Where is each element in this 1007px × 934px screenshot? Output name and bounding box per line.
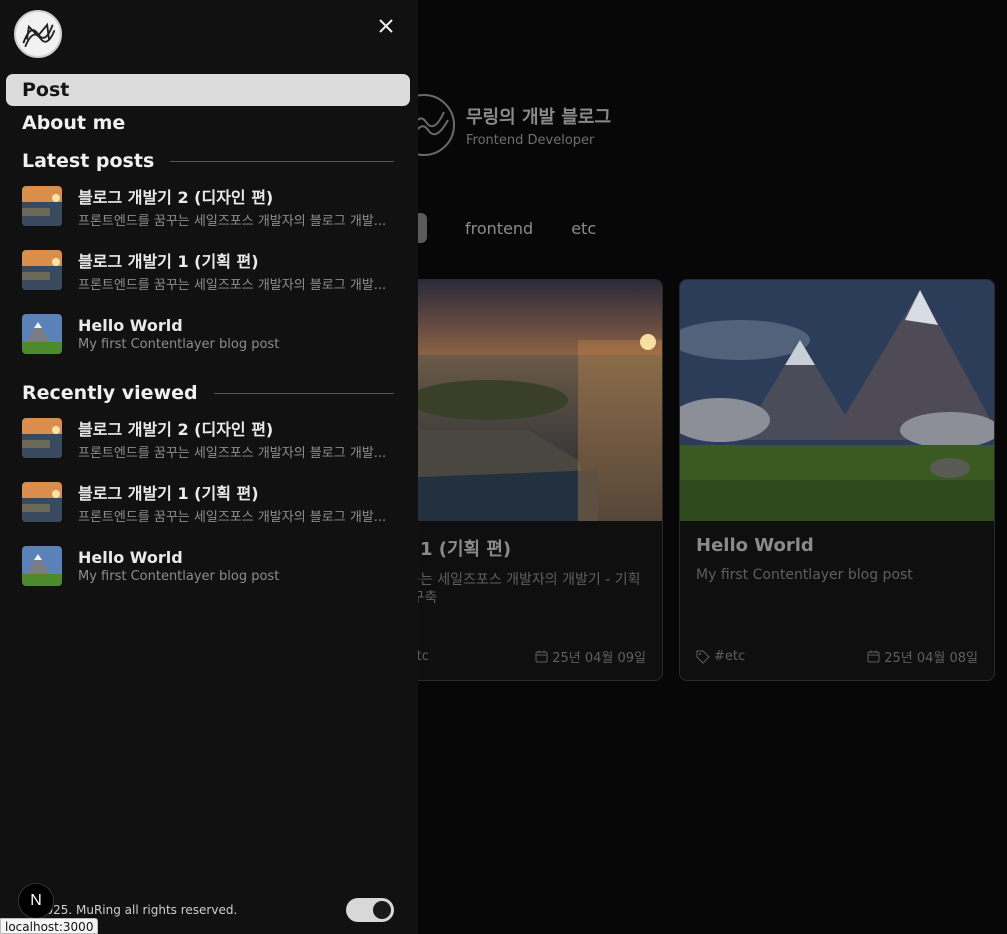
close-icon[interactable] <box>372 12 400 40</box>
blog-title: 무링의 개발 블로그 <box>466 106 612 128</box>
tag-icon <box>696 650 710 664</box>
post-desc: 프론트엔드를 꿈꾸는 세일즈포스 개발자의 블로그 개발... <box>78 445 387 461</box>
blog-subtitle: Frontend Developer <box>466 132 595 148</box>
nav-about-me[interactable]: About me <box>6 107 410 139</box>
card-image <box>680 280 994 521</box>
post-desc: 프론트엔드를 꿈꾸는 세일즈포스 개발자의 블로그 개발... <box>78 509 387 525</box>
toggle-knob <box>373 901 391 919</box>
latest-post-item[interactable]: 블로그 개발기 2 (디자인 편) 프론트엔드를 꿈꾸는 세일즈포스 개발자의 … <box>22 183 394 229</box>
category-tabs: frontend etc <box>380 212 634 244</box>
tab-frontend[interactable]: frontend <box>465 219 533 238</box>
latest-post-item[interactable]: 블로그 개발기 1 (기획 편) 프론트엔드를 꿈꾸는 세일즈포스 개발자의 블… <box>22 247 394 293</box>
post-title: 블로그 개발기 1 (기획 편) <box>78 251 259 271</box>
post-title: Hello World <box>78 548 183 567</box>
post-desc: 프론트엔드를 꿈꾸는 세일즈포스 개발자의 블로그 개발... <box>78 213 387 229</box>
sunset-icon <box>22 418 62 458</box>
dark-mode-toggle[interactable] <box>346 898 394 922</box>
mountain-icon <box>22 546 62 586</box>
post-title: 블로그 개발기 2 (디자인 편) <box>78 187 274 207</box>
post-desc: My first Contentlayer blog post <box>78 337 280 352</box>
post-title: Hello World <box>78 316 183 335</box>
card-desc: My first Contentlayer blog post <box>696 567 913 583</box>
post-title: 블로그 개발기 2 (디자인 편) <box>78 419 274 439</box>
logo-icon[interactable] <box>14 10 62 58</box>
sunset-icon <box>22 250 62 290</box>
nextjs-dev-badge[interactable]: N <box>18 883 54 919</box>
blog-header[interactable]: 무링의 개발 블로그 Frontend Developer <box>400 90 611 160</box>
post-desc: 프론트엔드를 꿈꾸는 세일즈포스 개발자의 블로그 개발... <box>78 277 387 293</box>
sunset-icon <box>22 186 62 226</box>
recently-viewed-title: Recently viewed <box>22 382 198 404</box>
card-title: Hello World <box>696 535 814 556</box>
card-tags: #etc <box>696 647 745 666</box>
nav-post[interactable]: Post <box>6 74 410 106</box>
card-date: 25년 04월 08일 <box>867 647 978 666</box>
calendar-icon <box>535 650 548 663</box>
recent-post-item[interactable]: 블로그 개발기 2 (디자인 편) 프론트엔드를 꿈꾸는 세일즈포스 개발자의 … <box>22 415 394 461</box>
latest-post-item[interactable]: Hello World My first Contentlayer blog p… <box>22 311 394 357</box>
calendar-icon <box>867 650 880 663</box>
divider <box>213 392 394 394</box>
card-date: 25년 04월 09일 <box>535 647 646 666</box>
copyright-text: © 2025. MuRing all rights reserved. <box>22 903 238 917</box>
post-title: 블로그 개발기 1 (기획 편) <box>78 483 259 503</box>
post-desc: My first Contentlayer blog post <box>78 569 280 584</box>
latest-posts-title: Latest posts <box>22 150 155 172</box>
recent-post-item[interactable]: 블로그 개발기 1 (기획 편) 프론트엔드를 꿈꾸는 세일즈포스 개발자의 블… <box>22 479 394 525</box>
divider <box>170 160 394 162</box>
sunset-icon <box>22 482 62 522</box>
mountain-icon <box>22 314 62 354</box>
date-text: 25년 04월 08일 <box>884 651 978 666</box>
status-bar-url: localhost:3000 <box>0 918 99 934</box>
tab-etc[interactable]: etc <box>571 219 596 238</box>
tags-text: #etc <box>714 649 746 664</box>
recently-viewed-heading: Recently viewed <box>22 382 394 404</box>
latest-posts-heading: Latest posts <box>22 150 394 172</box>
date-text: 25년 04월 09일 <box>552 651 646 666</box>
post-card[interactable]: Hello World My first Contentlayer blog p… <box>679 279 995 681</box>
recent-post-item[interactable]: Hello World My first Contentlayer blog p… <box>22 543 394 589</box>
side-drawer: Post About me Latest posts 블로그 개발기 2 (디자… <box>0 0 418 934</box>
